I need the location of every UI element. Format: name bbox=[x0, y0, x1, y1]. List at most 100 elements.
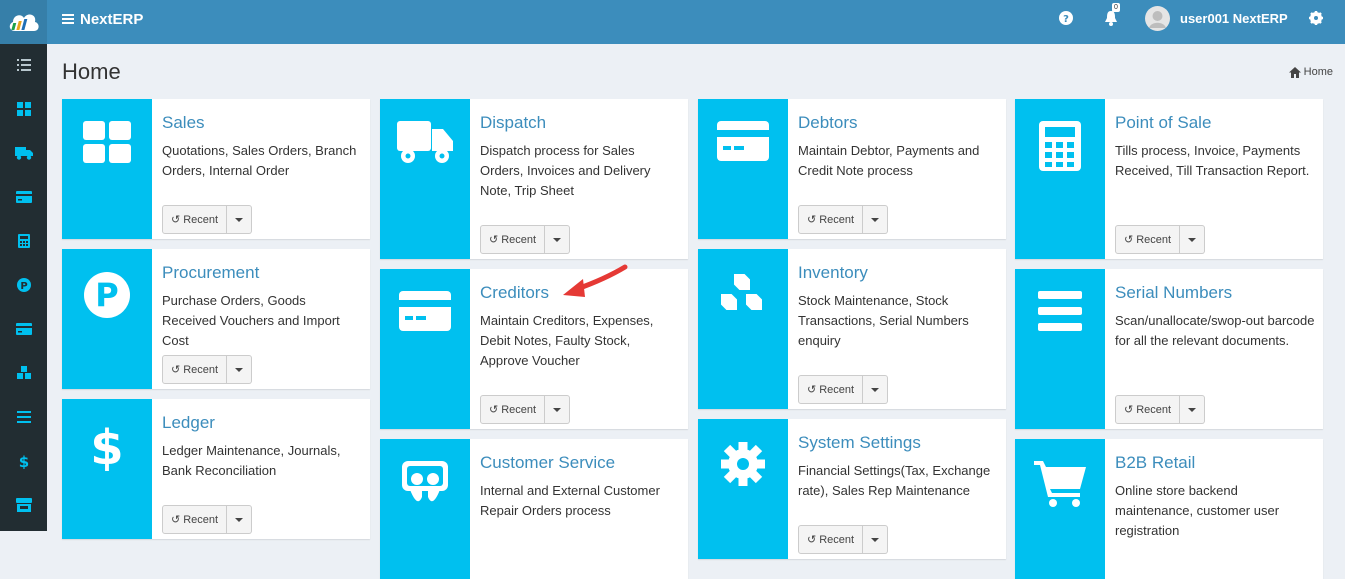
settings-button[interactable] bbox=[1308, 0, 1324, 36]
tile-title[interactable]: Procurement bbox=[162, 261, 362, 285]
recent-dropdown-toggle[interactable] bbox=[863, 525, 889, 554]
tile-creditors: Creditors Maintain Creditors, Expenses, … bbox=[380, 264, 688, 429]
recent-button[interactable]: ↺ Recent bbox=[480, 225, 546, 254]
tile-title[interactable]: Serial Numbers bbox=[1115, 281, 1315, 305]
credit-card-icon bbox=[15, 191, 32, 203]
sidebar-item-b2b[interactable] bbox=[0, 495, 47, 515]
main-content: Home Home Sales Quotations, Sales Orders… bbox=[47, 44, 1345, 579]
user-name: user001 NextERP bbox=[1180, 10, 1288, 26]
slideshare-icon bbox=[402, 461, 448, 502]
recent-dropdown-toggle[interactable] bbox=[1180, 395, 1206, 424]
tile-title[interactable]: Debtors bbox=[798, 111, 998, 135]
tile-title[interactable]: Customer Service bbox=[480, 451, 680, 475]
tile-sales: Sales Quotations, Sales Orders, Branch O… bbox=[62, 99, 370, 239]
tile-description: Financial Settings(Tax, Exchange rate), … bbox=[798, 463, 991, 498]
tile-title[interactable]: Ledger bbox=[162, 411, 362, 435]
recent-dropdown-toggle[interactable] bbox=[863, 375, 889, 404]
caret-down-icon bbox=[235, 517, 244, 522]
breadcrumb[interactable]: Home bbox=[1288, 66, 1333, 78]
tile-procurement-icon-panel: P bbox=[62, 249, 152, 389]
recent-button[interactable]: ↺ Recent bbox=[1115, 225, 1181, 254]
tile-description: Dispatch process for Sales Orders, Invoi… bbox=[480, 143, 651, 198]
breadcrumb-home[interactable]: Home bbox=[1304, 66, 1333, 78]
tile-dispatch: Dispatch Dispatch process for Sales Orde… bbox=[380, 99, 688, 259]
sidebar-item-menu[interactable] bbox=[0, 55, 47, 75]
recent-button[interactable]: ↺ Recent bbox=[480, 395, 546, 424]
recent-dropdown-toggle[interactable] bbox=[227, 355, 253, 384]
recent-button[interactable]: ↺ Recent bbox=[162, 505, 228, 534]
svg-text:P: P bbox=[95, 276, 118, 314]
svg-text:?: ? bbox=[1063, 14, 1069, 25]
caret-down-icon bbox=[871, 387, 880, 392]
tile-title[interactable]: System Settings bbox=[798, 431, 998, 455]
history-icon: ↺ bbox=[1124, 234, 1134, 246]
recent-dropdown-toggle[interactable] bbox=[1180, 225, 1206, 254]
credit-card-icon bbox=[15, 323, 32, 335]
recent-button-group: ↺ Recent bbox=[798, 375, 889, 404]
recent-label: Recent bbox=[819, 213, 855, 226]
recent-label: Recent bbox=[183, 513, 219, 526]
tile-ledger-icon-panel: $ bbox=[62, 399, 152, 539]
sidebar-item-procurement[interactable]: P bbox=[0, 275, 47, 295]
tile-title[interactable]: B2B Retail bbox=[1115, 451, 1315, 475]
recent-button-group: ↺ Recent bbox=[162, 355, 253, 384]
sidebar-toggle-brand[interactable]: NextERP bbox=[62, 0, 143, 38]
sidebar-item-dispatch[interactable] bbox=[0, 143, 47, 163]
sidebar-item-creditors[interactable] bbox=[0, 319, 47, 339]
recent-label: Recent bbox=[819, 533, 855, 546]
recent-label: Recent bbox=[1136, 233, 1172, 246]
avatar bbox=[1145, 5, 1170, 31]
sidebar-item-sales[interactable] bbox=[0, 99, 47, 119]
cubes-icon bbox=[16, 366, 31, 379]
cubes-icon bbox=[719, 272, 764, 312]
recent-dropdown-toggle[interactable] bbox=[545, 225, 571, 254]
tile-title[interactable]: Dispatch bbox=[480, 111, 680, 135]
tile-debtors-icon-panel bbox=[698, 99, 788, 239]
dollar-icon: $ bbox=[90, 421, 123, 471]
history-icon: ↺ bbox=[807, 384, 817, 396]
user-menu[interactable]: user001 NextERP bbox=[1145, 0, 1305, 36]
bell-icon bbox=[1105, 11, 1117, 26]
dashboard-icon bbox=[16, 102, 31, 116]
tile-debtors: Debtors Maintain Debtor, Payments and Cr… bbox=[698, 99, 1006, 239]
history-icon: ↺ bbox=[171, 514, 181, 526]
recent-button[interactable]: ↺ Recent bbox=[798, 375, 864, 404]
sidebar-item-serial-numbers[interactable] bbox=[0, 407, 47, 427]
recent-button-group: ↺ Recent bbox=[798, 205, 889, 234]
calculator-icon bbox=[1039, 121, 1081, 171]
sidebar-item-pos[interactable] bbox=[0, 231, 47, 251]
recent-button-group: ↺ Recent bbox=[1115, 225, 1206, 254]
recent-button[interactable]: ↺ Recent bbox=[798, 525, 864, 554]
tile-description: Internal and External Customer Repair Or… bbox=[480, 483, 660, 518]
recent-dropdown-toggle[interactable] bbox=[227, 205, 253, 234]
tile-description: Purchase Orders, Goods Received Vouchers… bbox=[162, 293, 340, 348]
sidebar-item-inventory[interactable] bbox=[0, 363, 47, 383]
tile-customer-service: Customer Service Internal and External C… bbox=[380, 439, 688, 579]
tile-title[interactable]: Point of Sale bbox=[1115, 111, 1315, 135]
recent-dropdown-toggle[interactable] bbox=[863, 205, 889, 234]
recent-button[interactable]: ↺ Recent bbox=[162, 355, 228, 384]
gear-icon bbox=[721, 442, 765, 486]
recent-label: Recent bbox=[819, 383, 855, 396]
caret-down-icon bbox=[1188, 407, 1197, 412]
tile-title[interactable]: Inventory bbox=[798, 261, 998, 285]
recent-dropdown-toggle[interactable] bbox=[545, 395, 571, 424]
notifications-button[interactable]: 0 bbox=[1100, 0, 1122, 36]
history-icon: ↺ bbox=[489, 234, 499, 246]
recent-button[interactable]: ↺ Recent bbox=[798, 205, 864, 234]
recent-button-group: ↺ Recent bbox=[798, 525, 889, 554]
help-button[interactable]: ? bbox=[1058, 0, 1074, 36]
shop-icon bbox=[15, 498, 32, 512]
sidebar-item-debtors[interactable] bbox=[0, 187, 47, 207]
recent-button[interactable]: ↺ Recent bbox=[1115, 395, 1181, 424]
sidebar-item-ledger[interactable]: $ bbox=[0, 451, 47, 471]
parking-circle-icon: P bbox=[84, 272, 130, 318]
tile-title[interactable]: Sales bbox=[162, 111, 362, 135]
caret-down-icon bbox=[871, 537, 880, 542]
recent-dropdown-toggle[interactable] bbox=[227, 505, 253, 534]
tile-description: Maintain Debtor, Payments and Credit Not… bbox=[798, 143, 980, 178]
app-logo[interactable] bbox=[0, 0, 47, 44]
recent-label: Recent bbox=[1136, 403, 1172, 416]
recent-button[interactable]: ↺ Recent bbox=[162, 205, 228, 234]
history-icon: ↺ bbox=[489, 404, 499, 416]
